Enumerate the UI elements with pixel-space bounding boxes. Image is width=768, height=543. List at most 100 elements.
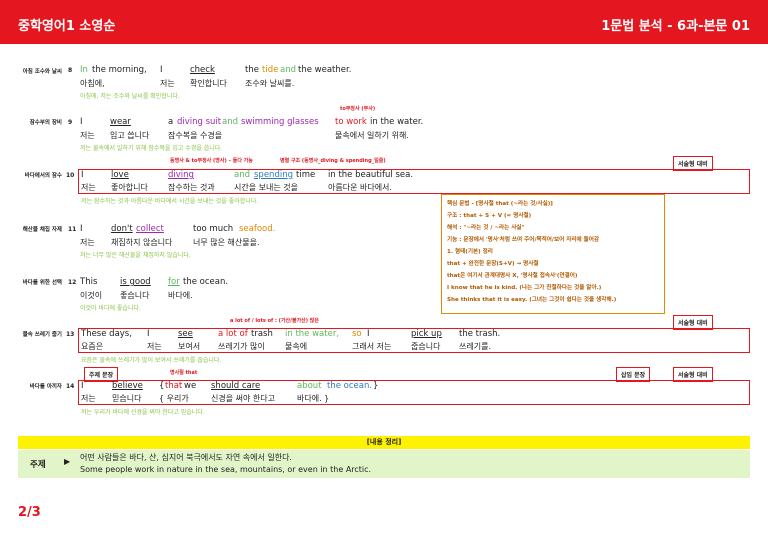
en-word: in the beautiful sea.: [328, 170, 414, 180]
translation: 저는 잠수하는 것과 아름다운 바다에서 시간을 보내는 것을 좋아합니다.: [81, 198, 259, 205]
grammar-note: 동명사 & to부정사 (명사) – 둘다 가능: [170, 158, 253, 164]
info-line: I know that he is kind. (나는 그가 친절하다는 것을 …: [447, 285, 602, 291]
ko-word: 보여서: [178, 342, 201, 351]
en-word: diving: [168, 170, 194, 180]
ko-word: 너무 많은 해산물을.: [193, 238, 260, 247]
en-word: see: [178, 329, 193, 339]
en-word: the: [245, 65, 259, 75]
ko-word: 입고 씁니다: [110, 131, 150, 140]
row-number: 12: [68, 279, 77, 286]
en-word: to work: [335, 117, 367, 127]
info-line: 핵심 문법 - [명사절 that (~라는 것/사실)]: [447, 201, 553, 207]
summary-header: [내용 정리]: [18, 436, 750, 449]
info-line: that은 여기서 관계대명사 X, '명사절 접속사'(연결어): [447, 273, 578, 279]
en-word: I: [81, 381, 84, 391]
ko-word: 잠수하는 것과: [168, 183, 215, 192]
en-word: the trash.: [459, 329, 501, 339]
ko-word: 아침에,: [80, 79, 105, 88]
summary-ko: 어떤 사람들은 바다, 산, 심지어 북극에서도 자연 속에서 일한다.: [80, 453, 292, 462]
ko-word: 저는: [147, 342, 162, 351]
ko-word: 물속에: [285, 342, 308, 351]
en-word: believe: [112, 381, 143, 391]
en-word: {: [159, 381, 165, 391]
en-word: spending: [254, 170, 293, 180]
en-word: in the water.: [370, 117, 424, 127]
ko-word: 물속에서 일하기 위해.: [335, 131, 409, 140]
ko-word: 쓰레기가 많이: [218, 342, 265, 351]
row-number: 11: [68, 226, 77, 233]
row-label: 바다에서의 잠수: [24, 173, 62, 179]
ko-word: 좋아합니다: [111, 183, 148, 192]
en-word: the ocean.: [183, 277, 229, 287]
en-word: diving suit: [177, 117, 222, 127]
grammar-note: to부정사 (부사): [340, 106, 376, 112]
row-label: 아침 조수와 날씨: [22, 69, 62, 75]
en-word: for: [168, 277, 180, 287]
row-number: 10: [66, 172, 75, 179]
en-word: about: [297, 381, 322, 391]
en-word: that: [165, 381, 183, 391]
en-word: check: [190, 65, 215, 75]
en-word: a: [168, 117, 174, 127]
en-word: pick up: [411, 329, 442, 339]
en-word: In: [80, 65, 88, 75]
en-word: should care: [211, 381, 261, 391]
en-word: a lot of: [218, 329, 248, 339]
ko-word: 그래서 저는: [352, 342, 392, 351]
row-number: 9: [68, 119, 73, 126]
row-label: 물속 쓰레기 줍기: [22, 332, 62, 338]
en-word: don't: [111, 224, 133, 234]
en-word: in the water,: [285, 329, 340, 339]
en-word: I: [160, 65, 163, 75]
en-word: swimming glasses: [241, 117, 319, 127]
translation: 이것이 바다에 좋습니다.: [80, 305, 141, 312]
ko-word: 조수와 날씨를.: [245, 79, 295, 88]
en-word: and: [234, 170, 250, 180]
ko-word: 이것이: [80, 291, 103, 300]
en-word: I: [81, 170, 84, 180]
ko-word: 저는: [81, 183, 96, 192]
en-word: time: [296, 170, 316, 180]
ko-word: 신경을 써야 한다고: [211, 394, 275, 403]
info-line: 기능 : 문장에서 '명사'처럼 쓰여 주어/목적어/보어 자리에 들어감: [447, 237, 600, 243]
en-word: love: [111, 170, 129, 180]
info-line: that + 완전한 문장(S+V) → 명사절: [447, 261, 539, 267]
ko-word: { 우리가: [159, 394, 189, 403]
ko-word: 요즘은: [81, 342, 104, 351]
en-word: seafood.: [239, 224, 276, 234]
arrow-icon: ▶: [64, 457, 71, 466]
en-word: I: [147, 329, 150, 339]
page-number: 2/3: [18, 505, 41, 520]
translation: 저는 물속에서 일하기 위해 잠수복을 입고 수경을 씁니다.: [80, 145, 223, 152]
grammar-note: 명사절 that: [170, 370, 198, 376]
translation: 저는 우리가 바다에 신경을 써야 한다고 믿습니다.: [81, 409, 205, 416]
translation: 요즘은 물속에 쓰레기가 많이 보여서 쓰레기를 줍습니다.: [81, 357, 222, 364]
header-subtitle: 1문법 분석 - 6과-본문 01: [601, 19, 750, 34]
ko-word: 시간을 보내는 것을: [234, 183, 298, 192]
ko-word: 잠수복을 수경을: [168, 131, 223, 140]
summary-label: 주제: [30, 460, 46, 470]
en-word: the weather.: [298, 65, 352, 75]
ko-word: 바다에.: [168, 291, 193, 300]
header-title: 중학영어1 소영순: [18, 19, 116, 34]
row-label: 잠수부의 장비: [29, 120, 62, 126]
translation: 저는 너무 많은 해산물을 채집하지 않습니다.: [80, 252, 191, 259]
header-bar: 중학영어1 소영순 1문법 분석 - 6과-본문 01: [0, 0, 768, 44]
ko-word: 저는: [80, 131, 95, 140]
ko-word: 바다에. }: [297, 394, 330, 403]
translation: 아침에, 저는 조수와 날씨를 확인합니다.: [80, 93, 180, 100]
en-word: and: [280, 65, 296, 75]
en-word: collect: [136, 224, 164, 234]
en-word: This: [80, 277, 98, 287]
en-word: so: [352, 329, 362, 339]
en-word: wear: [110, 117, 131, 127]
row-label: 해산물 채집 자제: [22, 227, 62, 233]
row-number: 13: [66, 331, 75, 338]
en-word: I: [367, 329, 370, 339]
ko-word: 믿습니다: [112, 394, 142, 403]
summary-en: Some people work in nature in the sea, m…: [80, 465, 372, 474]
en-word: trash: [251, 329, 273, 339]
ko-word: 저는: [80, 238, 95, 247]
en-word: These days,: [81, 329, 132, 339]
info-line: 해석 : "~라는 것 / ~라는 사실": [447, 225, 525, 231]
